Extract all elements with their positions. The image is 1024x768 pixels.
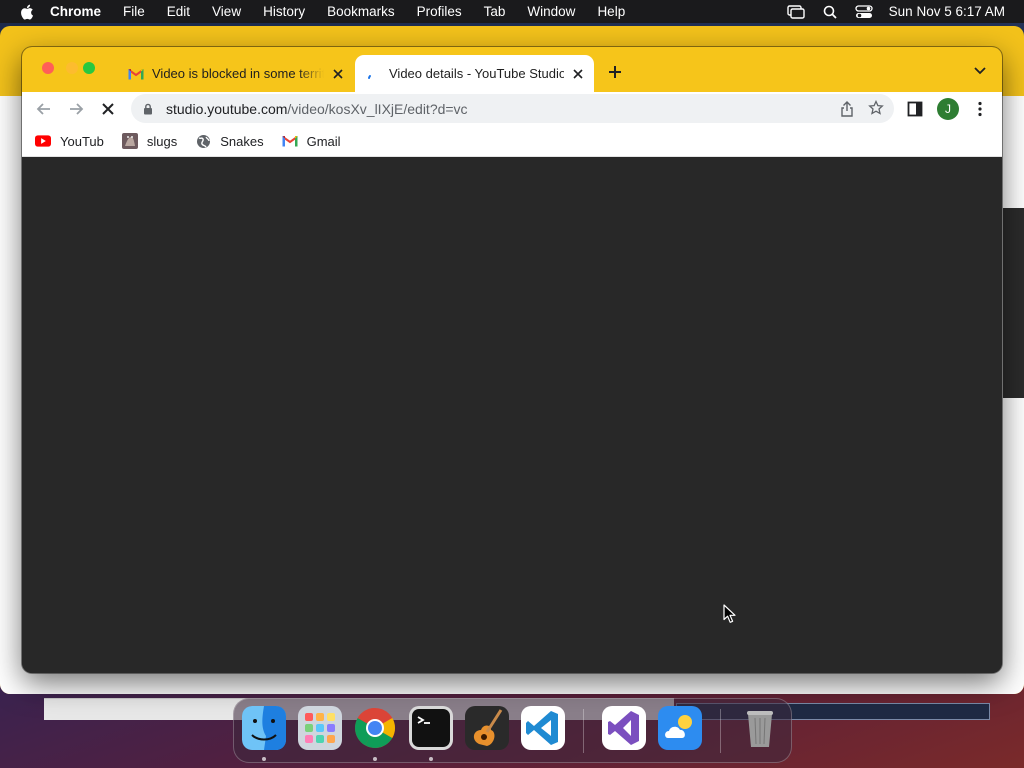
bookmark-label: YouTub <box>60 133 104 149</box>
url-path: /video/kosXv_lIXjE/edit?d=vc <box>287 100 468 117</box>
gmail-icon <box>128 66 144 82</box>
visual-studio-icon[interactable] <box>602 706 646 750</box>
menu-bar: Chrome File Edit View History Bookmarks … <box>0 0 1024 23</box>
menu-bookmarks[interactable]: Bookmarks <box>316 4 406 19</box>
more-options-icon[interactable] <box>975 101 985 117</box>
address-bar[interactable]: studio.youtube.com/video/kosXv_lIXjE/edi… <box>131 94 894 123</box>
share-icon[interactable] <box>840 101 854 117</box>
page-content-loading[interactable] <box>22 158 1002 673</box>
bookmarks-bar: YouTub slugs Snakes Gmail <box>22 126 1002 157</box>
bookmark-label: Gmail <box>306 133 341 149</box>
zoom-window-button[interactable] <box>83 62 95 74</box>
terminal-icon[interactable] <box>409 706 453 750</box>
profile-avatar[interactable]: J <box>937 98 959 120</box>
close-tab-icon[interactable] <box>330 66 346 82</box>
vscode-icon[interactable] <box>521 706 565 750</box>
gmail-icon <box>282 133 298 149</box>
minimize-window-button[interactable] <box>66 62 78 74</box>
menu-view[interactable]: View <box>201 4 252 19</box>
globe-icon <box>195 133 211 149</box>
youtube-icon <box>35 133 51 149</box>
menu-window[interactable]: Window <box>516 4 586 19</box>
tab-title: Video details - YouTube Studio <box>389 66 564 81</box>
close-tab-icon[interactable] <box>570 66 586 82</box>
stop-loading-icon[interactable] <box>99 100 117 118</box>
dock <box>233 698 792 763</box>
new-tab-icon[interactable] <box>607 64 623 80</box>
dock-separator <box>720 709 721 753</box>
mouse-pointer-icon <box>723 604 736 623</box>
dock-separator <box>583 709 584 753</box>
url-text[interactable]: studio.youtube.com/video/kosXv_lIXjE/edi… <box>166 101 468 117</box>
bookmark-slugs[interactable]: slugs <box>121 133 178 149</box>
bookmark-star-icon[interactable] <box>868 100 884 116</box>
chrome-window: Video is blocked in some territ Video de… <box>22 47 1002 673</box>
control-center-icon[interactable] <box>855 4 873 19</box>
dock-running-indicator <box>429 757 433 761</box>
finder-icon[interactable] <box>242 706 286 750</box>
forward-arrow-icon[interactable] <box>67 100 85 118</box>
menu-tab[interactable]: Tab <box>473 4 517 19</box>
bookmark-gmail[interactable]: Gmail <box>282 133 341 149</box>
spotlight-search-icon[interactable] <box>821 5 839 19</box>
lock-icon[interactable] <box>142 103 154 115</box>
tab-gmail[interactable]: Video is blocked in some territ <box>118 55 354 92</box>
screen-mirroring-icon[interactable] <box>786 4 805 19</box>
bookmark-label: slugs <box>146 133 178 149</box>
background-scroll-region <box>1003 208 1024 398</box>
weather-icon[interactable] <box>658 706 702 750</box>
menu-clock[interactable]: Sun Nov 5 6:17 AM <box>889 4 1005 19</box>
menu-history[interactable]: History <box>252 4 316 19</box>
dock-running-indicator <box>373 757 377 761</box>
bookmark-label: Snakes <box>220 133 264 149</box>
trash-icon[interactable] <box>738 706 782 750</box>
menu-file[interactable]: File <box>112 4 156 19</box>
dock-running-indicator <box>262 757 266 761</box>
menu-help[interactable]: Help <box>586 4 636 19</box>
loading-icon <box>365 66 381 82</box>
menu-edit[interactable]: Edit <box>156 4 201 19</box>
slug-image-icon <box>121 133 138 149</box>
url-host: studio.youtube.com <box>166 100 288 117</box>
apple-menu-icon[interactable] <box>19 4 34 20</box>
tab-youtube-studio[interactable]: Video details - YouTube Studio <box>355 55 594 92</box>
launchpad-icon[interactable] <box>298 706 342 750</box>
browser-toolbar: studio.youtube.com/video/kosXv_lIXjE/edi… <box>22 92 1002 126</box>
back-arrow-icon[interactable] <box>35 100 53 118</box>
tab-strip: Video is blocked in some territ Video de… <box>22 47 1002 92</box>
menu-app-name[interactable]: Chrome <box>50 4 112 19</box>
chevron-down-icon[interactable] <box>973 66 987 76</box>
tab-title: Video is blocked in some territ <box>152 66 324 81</box>
bookmark-snakes[interactable]: Snakes <box>195 133 264 149</box>
close-window-button[interactable] <box>42 62 54 74</box>
garageband-icon[interactable] <box>465 706 509 750</box>
bookmark-youtube[interactable]: YouTub <box>35 133 104 149</box>
chrome-icon[interactable] <box>353 706 397 750</box>
menu-profiles[interactable]: Profiles <box>406 4 473 19</box>
side-panel-icon[interactable] <box>907 101 923 117</box>
